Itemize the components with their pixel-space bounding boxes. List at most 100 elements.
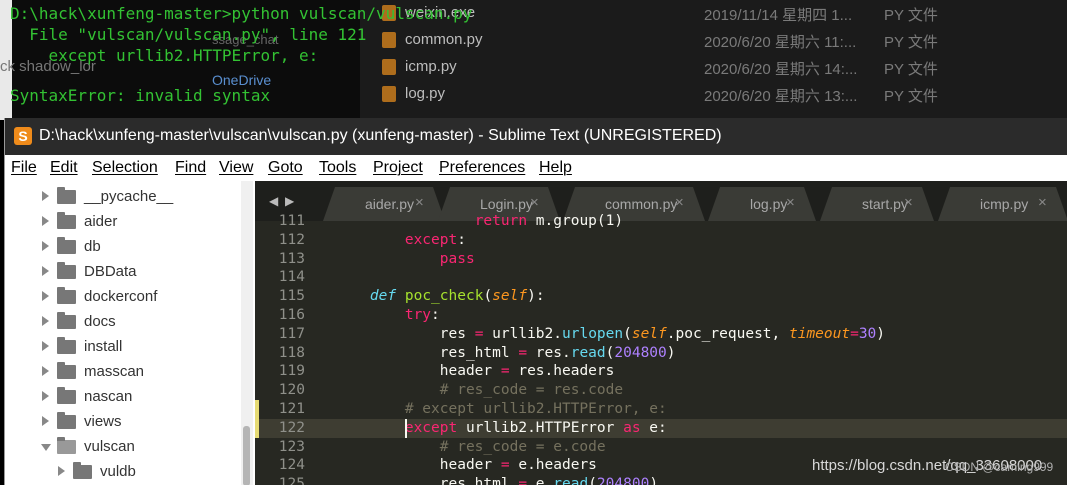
chevron-right-icon[interactable] [42,191,49,201]
code-token: e. [527,476,554,485]
sidebar-item-views[interactable]: views [5,410,241,435]
code-line[interactable]: pass [335,250,475,269]
code-line[interactable]: except: [335,231,466,250]
code-token: res.headers [509,363,615,380]
menu-project[interactable]: Project [373,159,423,177]
menu-edit[interactable]: Edit [50,159,78,177]
close-icon[interactable]: × [675,194,684,211]
code-token: = [500,363,510,380]
code-line[interactable]: # except urllib2.HTTPError, e: [335,400,667,419]
line-number: 119 [278,363,305,380]
code-token: except [404,231,458,248]
line-number: 124 [278,457,305,474]
sidebar-item-dbdata[interactable]: DBData [5,260,241,285]
chevron-right-icon[interactable] [42,316,49,326]
code-token: poc_check [404,288,484,305]
chevron-right-icon[interactable] [42,366,49,376]
chevron-right-icon[interactable] [42,216,49,226]
code-line[interactable]: header = res.headers [335,362,615,381]
line-number: 117 [278,325,305,342]
menu-selection[interactable]: Selection [92,159,158,177]
chevron-right-icon[interactable] [58,466,65,476]
chevron-right-icon[interactable] [42,266,49,276]
code-token: e: [640,419,667,436]
sidebar-item-aider[interactable]: aider [5,210,241,235]
chevron-down-icon[interactable] [41,444,51,451]
code-token: e.headers [509,457,597,474]
code-line[interactable]: # res_code = res.code [335,381,623,400]
code-line[interactable]: header = e.headers [335,456,597,475]
line-number: 122 [278,419,305,436]
sidebar-item-masscan[interactable]: masscan [5,360,241,385]
tab-nav-right-icon[interactable]: ▶ [285,194,294,208]
code-line[interactable]: except urllib2.HTTPError as e: [335,419,667,438]
chevron-right-icon[interactable] [42,341,49,351]
explorer-file-type: PY 文件 [884,7,938,24]
tab-start[interactable]: start.py × [820,187,934,221]
terminal-line: File "vulscan/vulscan.py", line 121 [10,25,367,44]
sidebar-item-dockerconf[interactable]: dockerconf [5,285,241,310]
folder-icon [57,337,76,354]
code-line[interactable]: res_html = e.read(204800) [335,475,658,485]
chevron-right-icon[interactable] [42,291,49,301]
code-token: res_html [335,344,519,361]
tab-nav-left-icon[interactable]: ◀ [269,194,278,208]
code-line[interactable]: try: [335,306,440,325]
chevron-right-icon[interactable] [42,391,49,401]
menu-goto[interactable]: Goto [268,159,303,177]
sidebar-scrollbar[interactable] [241,181,253,485]
sidebar-item-nascan[interactable]: nascan [5,385,241,410]
code-token: read [553,476,589,485]
menu-preferences[interactable]: Preferences [439,159,525,177]
line-number: 112 [278,231,305,248]
sidebar-item-label: db [84,238,101,255]
chevron-right-icon[interactable] [42,416,49,426]
close-icon[interactable]: × [1038,194,1047,211]
menu-file[interactable]: File [11,159,37,177]
close-icon[interactable]: × [904,194,913,211]
code-token: = [518,344,528,361]
tab-log[interactable]: log.py × [708,187,816,221]
code-line[interactable]: return m.group(1) [335,212,623,231]
tab-label: icmp.py [980,196,1029,212]
folder-icon [57,237,76,254]
menu-find[interactable]: Find [175,159,206,177]
close-icon[interactable]: × [786,194,795,211]
sidebar-item-db[interactable]: db [5,235,241,260]
sidebar-item-install[interactable]: install [5,335,241,360]
code-area[interactable]: 111 return m.group(1) 112 except: 113 pass… [255,213,1067,485]
sidebar-item-vulscan[interactable]: vulscan [5,435,241,460]
line-number: 114 [278,269,305,286]
chevron-right-icon[interactable] [42,241,49,251]
sidebar-item-pycache[interactable]: __pycache__ [5,185,241,210]
close-icon[interactable]: × [415,194,424,211]
sidebar-item-docs[interactable]: docs [5,310,241,335]
code-line[interactable]: res_html = res.read(204800) [335,344,676,363]
code-token: ) [649,476,659,485]
code-token: ): [527,288,545,305]
menu-help[interactable]: Help [539,159,572,177]
title-bar[interactable]: S D:\hack\xunfeng-master\vulscan\vulscan… [5,118,1067,155]
sidebar-scroll-thumb[interactable] [243,426,250,485]
code-line[interactable]: # res_code = e.code [335,438,606,457]
explorer-file-type: PY 文件 [884,61,938,78]
code-token: pass [439,250,475,267]
menu-view[interactable]: View [219,159,253,177]
folder-icon [57,187,76,204]
code-token: res. [527,344,571,361]
sidebar-item-label: vulscan [84,438,135,455]
folder-icon [57,287,76,304]
code-line[interactable]: res = urllib2.urlopen(self.poc_request, … [335,325,885,344]
code-editor[interactable]: ◀ ▶ aider.py × Login.py × common.py × log.py × s… [255,181,1067,485]
code-line[interactable]: def poc_check(self): [335,287,545,306]
close-icon[interactable]: × [530,194,539,211]
sidebar-item-vuldb[interactable]: vuldb [5,460,241,485]
tab-icmp[interactable]: icmp.py × [938,187,1067,221]
explorer-file-date: 2019/11/14 星期四 1... [704,7,853,24]
sidebar-item-label: dockerconf [84,288,158,305]
menu-tools[interactable]: Tools [319,159,356,177]
